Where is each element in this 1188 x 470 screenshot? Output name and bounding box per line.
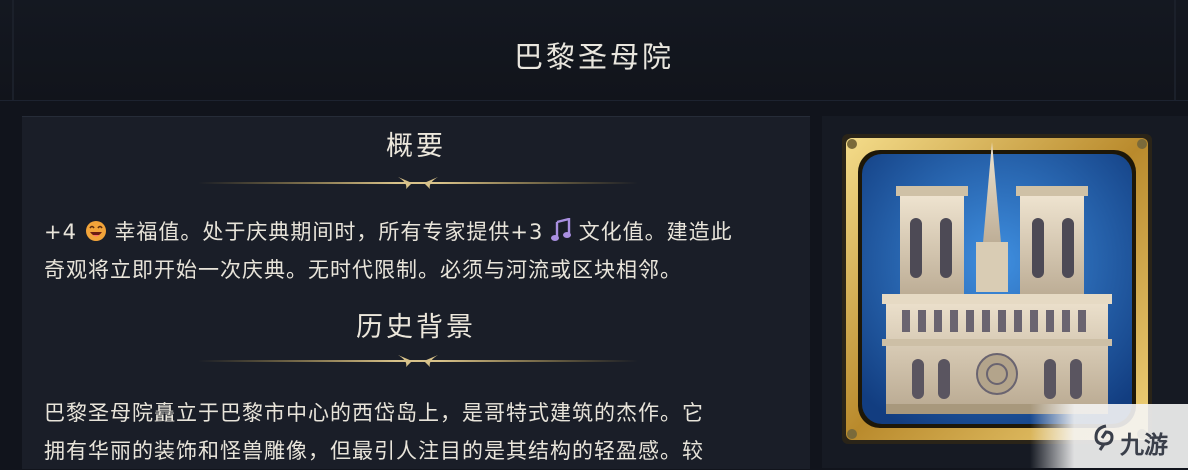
watermark-text: 九游: [1120, 431, 1168, 459]
history-heading: 历史背景: [356, 312, 476, 343]
overview-text: +4 幸福值。处于庆典期间时，所有专家提供+3 文化值。建造此 奇观将立即开始一…: [44, 213, 779, 289]
history-line-1: 巴黎圣母院矗立于巴黎市中心的西岱岛上，是哥特式建筑的杰作。它: [44, 401, 704, 425]
overview-line-2: 奇观将立即开始一次庆典。无时代限制。必须与河流或区块相邻。: [44, 258, 682, 282]
amenity-value: +4: [44, 220, 77, 244]
overview-divider: [198, 177, 638, 189]
history-divider: [198, 355, 638, 367]
music-note-icon: [551, 218, 571, 241]
history-line-2: 拥有华丽的装饰和怪兽雕像，但最引人注目的是其结构的轻盈感。较: [44, 439, 704, 463]
culture-text: 文化值。建造此: [578, 220, 733, 244]
amenity-text: 幸福值。处于庆典期间时，所有专家提供+3: [114, 220, 544, 244]
notre-dame-wonder-image: [842, 134, 1152, 444]
happy-face-icon: [85, 221, 106, 241]
history-text: 巴黎圣母院矗立于巴黎市中心的西岱岛上，是哥特式建筑的杰作。它 拥有华丽的装饰和怪…: [44, 394, 779, 470]
ninegame-logo-icon: [1094, 424, 1114, 451]
overview-heading: 概要: [386, 131, 446, 162]
header-bar: 巴黎圣母院: [0, 0, 1188, 101]
page-title: 巴黎圣母院: [513, 40, 674, 74]
